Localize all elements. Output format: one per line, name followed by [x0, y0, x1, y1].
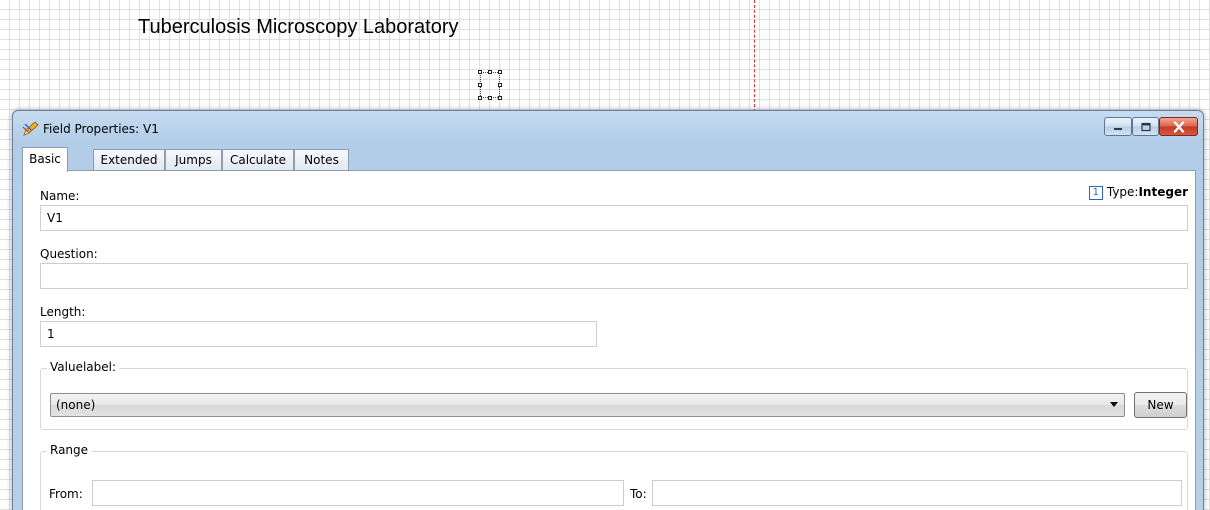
range-from-label: From: — [49, 487, 83, 501]
valuelabel-group-title: Valuelabel: — [47, 360, 120, 374]
tab-extended[interactable]: Extended — [93, 149, 165, 171]
minimize-button[interactable] — [1104, 117, 1132, 136]
tab-calculate[interactable]: Calculate — [222, 149, 294, 171]
resize-handle[interactable] — [488, 96, 492, 100]
resize-handle[interactable] — [498, 96, 502, 100]
valuelabel-select[interactable]: (none) — [50, 393, 1125, 417]
selection-outline — [480, 72, 500, 98]
new-valuelabel-button[interactable]: New — [1134, 392, 1187, 418]
question-field[interactable] — [40, 263, 1188, 289]
resize-handle[interactable] — [478, 70, 482, 74]
resize-handle[interactable] — [478, 83, 482, 87]
type-value: Integer — [1138, 185, 1188, 199]
page-margin-guide — [754, 0, 755, 112]
name-field[interactable]: V1 — [40, 205, 1188, 231]
range-group-title: Range — [47, 443, 92, 457]
type-label: Type: — [1106, 185, 1139, 199]
maximize-button[interactable] — [1132, 117, 1159, 136]
tab-basic[interactable]: Basic — [22, 147, 68, 172]
minimize-icon — [1114, 127, 1122, 130]
question-label: Question: — [40, 247, 98, 261]
integer-type-icon: 1 — [1088, 185, 1103, 200]
valuelabel-group: Valuelabel: (none) New — [40, 360, 1188, 430]
tab-notes[interactable]: Notes — [294, 149, 349, 171]
close-icon — [1173, 121, 1184, 132]
field-type-indicator: 1 Type:Integer — [1088, 185, 1188, 200]
resize-handle[interactable] — [498, 83, 502, 87]
resize-handle[interactable] — [478, 96, 482, 100]
resize-handle[interactable] — [498, 70, 502, 74]
form-design-canvas[interactable]: Tuberculosis Microscopy Laboratory Field… — [0, 0, 1210, 510]
range-to-label: To: — [630, 487, 647, 501]
tab-jumps[interactable]: Jumps — [165, 149, 222, 171]
resize-handle[interactable] — [488, 70, 492, 74]
dialog-title-bar[interactable]: Field Properties: V1 — [13, 111, 1203, 147]
length-label: Length: — [40, 305, 86, 319]
length-field[interactable]: 1 — [40, 321, 597, 347]
range-group: Range From: To: — [40, 443, 1188, 510]
range-to-field[interactable] — [652, 480, 1182, 506]
dialog-title: Field Properties: V1 — [43, 122, 159, 136]
dropdown-arrow-icon — [1110, 402, 1118, 407]
pencil-field-icon — [22, 121, 39, 136]
form-heading-label[interactable]: Tuberculosis Microscopy Laboratory — [138, 16, 459, 39]
field-properties-dialog: Field Properties: V1 Basic Extended Jump… — [12, 110, 1204, 510]
close-button[interactable] — [1159, 117, 1198, 136]
name-label: Name: — [40, 189, 80, 203]
basic-tab-panel: Name: 1 Type:Integer V1 Question: Length:… — [22, 170, 1196, 510]
valuelabel-selected: (none) — [56, 398, 96, 412]
selected-field-handles[interactable] — [478, 70, 502, 100]
maximize-icon — [1140, 122, 1151, 131]
range-from-field[interactable] — [92, 480, 624, 506]
